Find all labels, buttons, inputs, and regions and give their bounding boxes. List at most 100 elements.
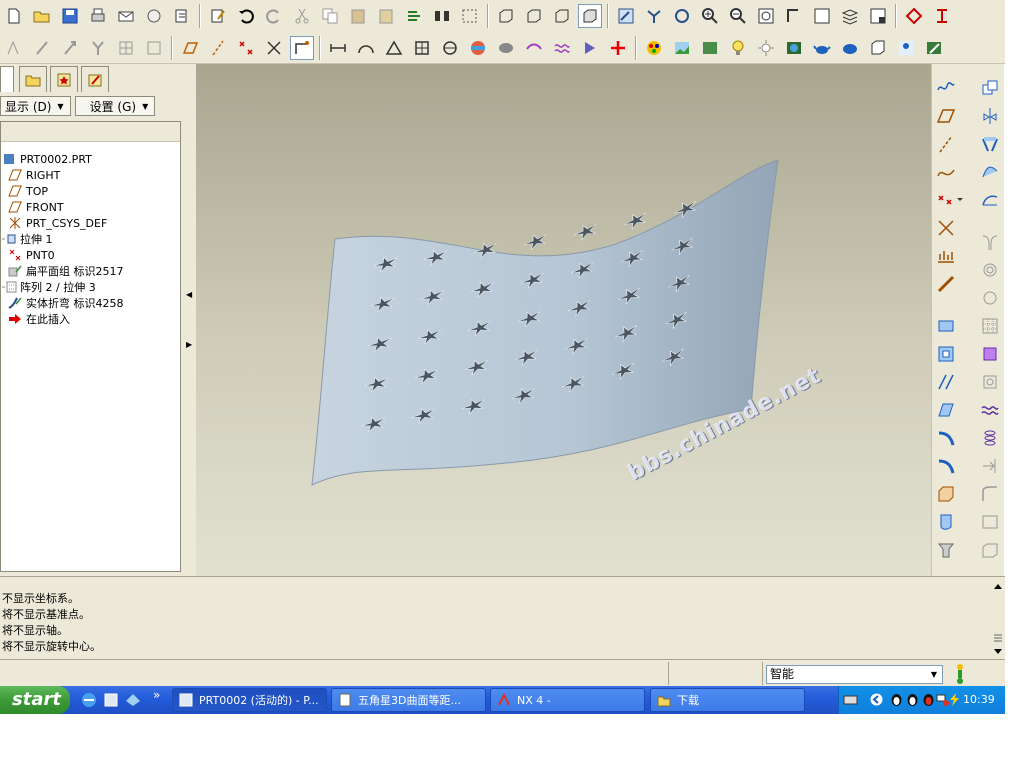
tree-item-csys[interactable]: PRT_CSYS_DEF [7, 215, 107, 231]
tree-item-front[interactable]: FRONT [7, 199, 64, 215]
message-scrollbar[interactable] [991, 577, 1005, 660]
graph-analysis-icon[interactable] [550, 36, 574, 60]
taskbar-item-nx[interactable]: NX 4 - [490, 688, 645, 712]
tree-item-solid-bend[interactable]: 实体折弯 标识4258 [7, 295, 124, 311]
texture-icon[interactable] [698, 36, 722, 60]
power-lightning-icon[interactable] [947, 692, 962, 707]
render-teapot-icon[interactable] [810, 36, 834, 60]
show-desktop-icon[interactable] [124, 691, 142, 709]
tree-item-extrude-1[interactable]: 拉伸 1 [1, 231, 53, 247]
light-bulb-icon[interactable] [726, 36, 750, 60]
print-icon[interactable] [86, 4, 110, 28]
taskbar-item-browser[interactable]: 五角星3D曲面等距... [331, 688, 486, 712]
csys-tool-icon[interactable] [934, 216, 958, 240]
solidify-feature-icon[interactable] [978, 342, 1002, 366]
context-help-icon[interactable] [902, 4, 926, 28]
tree-item-right[interactable]: RIGHT [7, 167, 60, 183]
shading-icon[interactable] [578, 4, 602, 28]
tree-item-flatten-quilt[interactable]: 扁平面组 标识2517 [7, 263, 124, 279]
paste-special-icon[interactable] [374, 4, 398, 28]
dihedral-analysis-icon[interactable] [578, 36, 602, 60]
open-folder-icon[interactable] [30, 4, 54, 28]
copy-feature-icon[interactable] [978, 76, 1002, 100]
measure-distance-icon[interactable] [326, 36, 350, 60]
quick-launch-app-icon[interactable] [102, 691, 120, 709]
reorient-icon[interactable] [782, 4, 806, 28]
datum-plane-tool-icon[interactable] [934, 104, 958, 128]
regenerate-icon[interactable] [170, 4, 194, 28]
chain-tool-icon[interactable] [934, 272, 958, 296]
cut-icon[interactable] [290, 4, 314, 28]
merge-feature-icon[interactable] [978, 132, 1002, 156]
start-button[interactable]: start [0, 686, 70, 714]
chamfer-tool-icon[interactable] [934, 482, 958, 506]
edit-definition-icon[interactable] [206, 4, 230, 28]
repaint-icon[interactable] [614, 4, 638, 28]
send-link-icon[interactable] [142, 4, 166, 28]
expand-right-icon[interactable]: ▶ [186, 340, 192, 349]
show-menu[interactable]: 显示 (D) ▼ [0, 96, 71, 116]
rib-tool-icon[interactable] [934, 538, 958, 562]
extend-feature-icon[interactable] [978, 188, 1002, 212]
csys-display-icon[interactable] [262, 36, 286, 60]
taskbar-item-proe[interactable]: PRT0002 (活动的) - P... [172, 688, 327, 712]
round-tool-icon[interactable] [934, 454, 958, 478]
zoom-in-icon[interactable] [698, 4, 722, 28]
tree-item-pattern[interactable]: 阵列 2 / 拉伸 3 [1, 279, 96, 295]
collapse-left-icon[interactable]: ◀ [186, 290, 192, 299]
spring-feature-icon[interactable] [978, 426, 1002, 450]
tab-model-tree[interactable] [0, 66, 14, 92]
render-window-icon[interactable] [866, 36, 890, 60]
appearance-palette-icon[interactable] [642, 36, 666, 60]
rectangle-feature-icon[interactable] [978, 510, 1002, 534]
environment-icon[interactable] [782, 36, 806, 60]
draft-analysis-icon[interactable] [522, 36, 546, 60]
analysis-feature-icon[interactable] [934, 244, 958, 268]
hole-tool-icon[interactable] [934, 426, 958, 450]
refit-icon[interactable] [754, 4, 778, 28]
pen-tool-icon[interactable] [30, 36, 54, 60]
datum-axis-tool-icon[interactable] [934, 132, 958, 156]
revolve-tool-icon[interactable] [934, 342, 958, 366]
offset-feature-icon[interactable] [978, 258, 1002, 282]
quick-launch-more-icon[interactable]: » [153, 688, 160, 702]
layers-icon[interactable] [838, 4, 862, 28]
thicken-feature-icon[interactable] [978, 286, 1002, 310]
shell-feature-icon[interactable] [978, 370, 1002, 394]
box-feature-icon[interactable] [978, 538, 1002, 562]
view-manager-icon[interactable] [866, 4, 890, 28]
mirror-feature-icon[interactable] [978, 104, 1002, 128]
redo-icon[interactable] [262, 4, 286, 28]
plane-display-icon[interactable] [178, 36, 202, 60]
qq-penguin-icon[interactable] [921, 692, 936, 707]
internet-explorer-icon[interactable] [80, 691, 98, 709]
shading-wireframe-icon[interactable] [494, 4, 518, 28]
graphics-viewport[interactable]: bbs.chinade.net [196, 64, 931, 576]
keyboard-icon[interactable] [843, 692, 858, 707]
grid-tool-icon[interactable] [114, 36, 138, 60]
selection-filter-select[interactable]: 智能 ▼ [766, 665, 943, 684]
sketch-tool-icon[interactable] [2, 36, 26, 60]
tab-favorites[interactable] [50, 66, 78, 92]
curvature-analysis-icon[interactable] [466, 36, 490, 60]
paste-icon[interactable] [346, 4, 370, 28]
trim-feature-icon[interactable] [978, 160, 1002, 184]
axis-display-icon[interactable] [206, 36, 230, 60]
sketched-datum-curve-icon[interactable] [934, 74, 958, 98]
spin-center-icon[interactable] [642, 4, 666, 28]
qq-penguin-icon[interactable] [905, 692, 920, 707]
selection-box-icon[interactable] [458, 4, 482, 28]
blend-tool-icon[interactable] [934, 398, 958, 422]
room-editor-icon[interactable] [754, 36, 778, 60]
tab-folder-browser[interactable] [19, 66, 47, 92]
measure-diameter-icon[interactable] [438, 36, 462, 60]
find-icon[interactable] [430, 4, 454, 28]
panel-splitter[interactable]: ◀ ▶ [182, 64, 196, 576]
measure-length-icon[interactable] [354, 36, 378, 60]
intersect-feature-icon[interactable] [978, 230, 1002, 254]
flatten-feature-icon[interactable] [978, 454, 1002, 478]
draft-tool-icon[interactable] [934, 510, 958, 534]
shade-analysis-icon[interactable] [494, 36, 518, 60]
tray-collapse-icon[interactable] [869, 692, 884, 707]
tree-item-top[interactable]: TOP [7, 183, 48, 199]
